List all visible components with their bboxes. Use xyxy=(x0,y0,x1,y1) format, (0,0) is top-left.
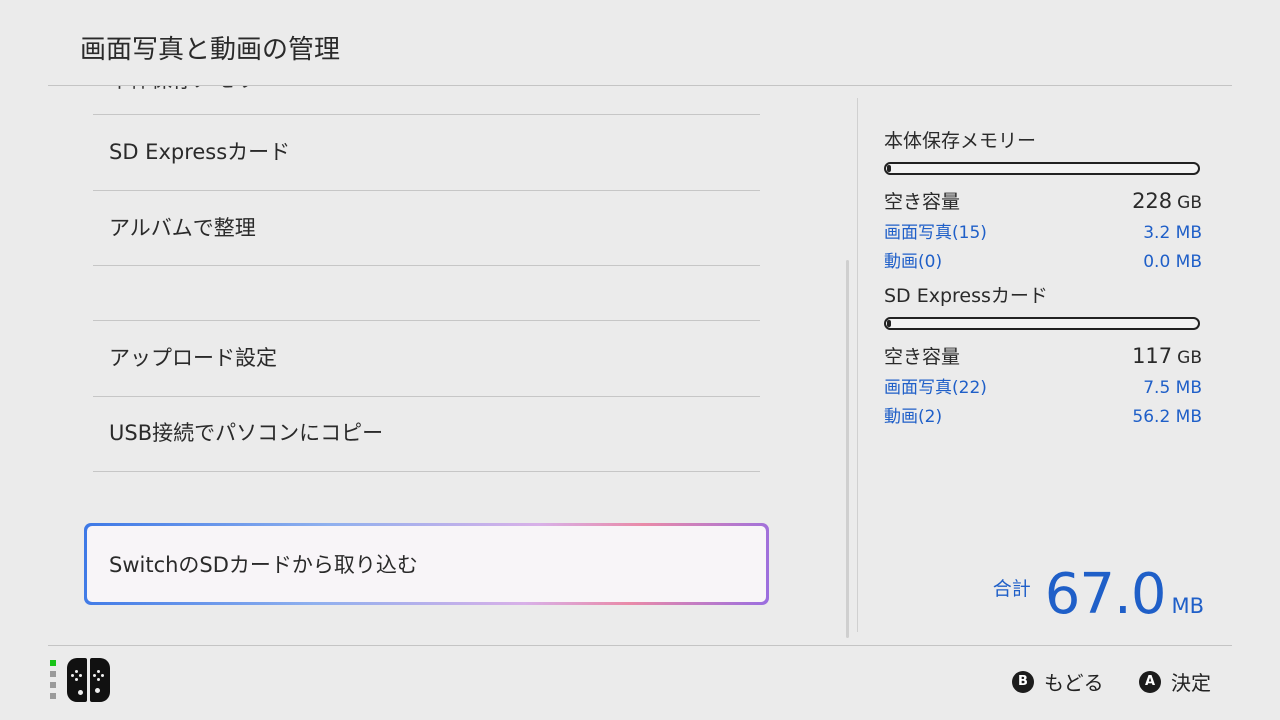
screenshots-row: 画面写真(22) 7.5 MB xyxy=(884,373,1202,398)
menu-item-internal-storage[interactable]: 本体保存メモリー xyxy=(109,86,277,94)
videos-size: 0.0 MB xyxy=(1143,252,1202,272)
controller-icon xyxy=(50,658,112,704)
menu-divider xyxy=(93,320,760,321)
free-space-value: 228 GB xyxy=(1132,189,1202,213)
menu-item-usb-copy[interactable]: USB接続でパソコンにコピー xyxy=(109,418,383,448)
menu-divider xyxy=(93,265,760,266)
screenshots-label: 画面写真(15) xyxy=(884,223,987,243)
storage-name: 本体保存メモリー xyxy=(884,130,1037,152)
player-indicator-icon xyxy=(50,693,56,699)
videos-label: 動画(0) xyxy=(884,252,943,272)
videos-label: 動画(2) xyxy=(884,407,943,427)
header: 画面写真と動画の管理 xyxy=(0,0,1280,86)
menu-divider xyxy=(93,114,760,115)
storage-usage-fill xyxy=(887,165,891,172)
free-space-row: 空き容量 228 GB xyxy=(884,187,1202,214)
menu-item-label: SwitchのSDカードから取り込む xyxy=(87,526,766,602)
player-indicator-icon xyxy=(50,671,56,677)
storage-internal: 本体保存メモリー 空き容量 228 GB 画面写真(15) 3.2 MB 動画(0… xyxy=(884,127,1202,272)
screenshots-size: 3.2 MB xyxy=(1143,223,1202,243)
player-indicator-icon xyxy=(50,660,56,666)
page-title: 画面写真と動画の管理 xyxy=(80,35,341,65)
free-space-label: 空き容量 xyxy=(884,191,961,213)
menu-divider xyxy=(93,396,760,397)
footer-divider xyxy=(48,645,1232,646)
menu-divider xyxy=(93,471,760,472)
storage-usage-bar xyxy=(884,162,1200,175)
storage-sd-express: SD Expressカード 空き容量 117 GB 画面写真(22) 7.5 MB… xyxy=(884,282,1202,427)
screenshots-size: 7.5 MB xyxy=(1143,378,1202,398)
menu-item-upload-settings[interactable]: アップロード設定 xyxy=(109,343,277,373)
confirm-hint[interactable]: A 決定 xyxy=(1139,667,1211,696)
a-button-icon: A xyxy=(1139,670,1161,693)
total-label: 合計 xyxy=(992,578,1031,600)
storage-name: SD Expressカード xyxy=(884,285,1048,307)
right-joycon-icon xyxy=(90,658,110,702)
total-size: 合計 67.0 MB xyxy=(990,562,1204,627)
back-hint[interactable]: B もどる xyxy=(1012,667,1104,696)
storage-usage-bar xyxy=(884,317,1200,330)
free-space-value: 117 GB xyxy=(1132,344,1202,368)
settings-menu: 本体保存メモリー SD Expressカード アルバムで整理 アップロード設定 … xyxy=(0,86,850,644)
videos-row: 動画(0) 0.0 MB xyxy=(884,247,1202,272)
back-label: もどる xyxy=(1044,671,1104,695)
confirm-label: 決定 xyxy=(1171,671,1211,695)
total-value: 67.0 xyxy=(1044,562,1167,627)
videos-size: 56.2 MB xyxy=(1132,407,1202,427)
menu-item-album[interactable]: アルバムで整理 xyxy=(109,213,256,243)
free-space-label: 空き容量 xyxy=(884,346,961,368)
menu-item-sd-express[interactable]: SD Expressカード xyxy=(109,137,290,167)
videos-row: 動画(2) 56.2 MB xyxy=(884,402,1202,427)
menu-divider xyxy=(93,190,760,191)
screenshots-label: 画面写真(22) xyxy=(884,378,987,398)
panel-divider xyxy=(857,98,858,632)
scrollbar[interactable] xyxy=(846,260,849,638)
left-joycon-icon xyxy=(67,658,87,702)
b-button-icon: B xyxy=(1012,670,1034,693)
menu-item-import-switch-sd[interactable]: SwitchのSDカードから取り込む xyxy=(84,523,769,605)
player-indicator-icon xyxy=(50,682,56,688)
storage-usage-fill xyxy=(887,320,891,327)
screenshots-row: 画面写真(15) 3.2 MB xyxy=(884,218,1202,243)
total-unit: MB xyxy=(1171,594,1204,618)
free-space-row: 空き容量 117 GB xyxy=(884,342,1202,369)
